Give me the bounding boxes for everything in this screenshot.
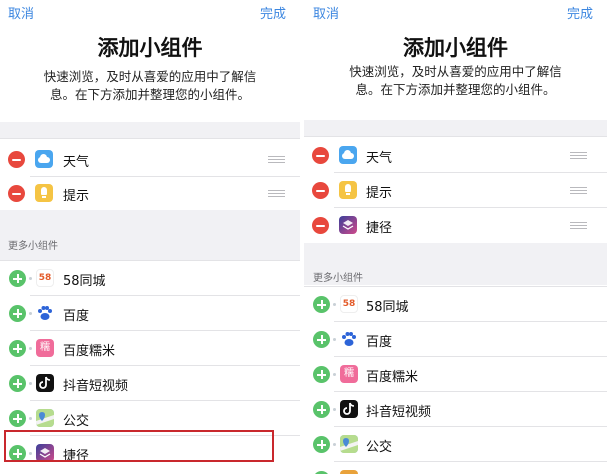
reorder-handle-icon[interactable]: [268, 190, 285, 198]
reorder-handle-icon[interactable]: [268, 156, 285, 164]
add-widget-button[interactable]: [313, 401, 330, 418]
widget-label: 百度糯米: [366, 370, 419, 385]
highlight-box: [4, 430, 274, 462]
widget-label: 百度: [63, 309, 90, 324]
more-row-douyin: 抖音短视频: [304, 392, 607, 427]
nuomi-icon: 糯: [36, 339, 54, 357]
more-row-baidu: 百度: [304, 322, 607, 357]
58-icon: 58: [36, 269, 54, 287]
more-row-nuomi: 糯 百度糯米: [0, 331, 300, 366]
add-widget-button[interactable]: [313, 331, 330, 348]
add-widget-button[interactable]: [313, 436, 330, 453]
cancel-button[interactable]: 取消: [8, 3, 34, 22]
active-widgets-list: 天气 提示 捷径: [304, 136, 607, 244]
widget-row-tips: 提示: [304, 173, 607, 208]
add-widget-button[interactable]: [9, 375, 26, 392]
more-row-bus: 公交: [304, 427, 607, 462]
widget-label: 公交: [366, 440, 393, 455]
shortcuts-icon: [339, 216, 357, 234]
page-title: 添加小组件: [97, 36, 203, 60]
widget-label: 提示: [366, 186, 393, 201]
nuomi-icon: 糯: [340, 365, 358, 383]
widget-row-shortcuts: 捷径: [304, 208, 607, 243]
baidu-icon: [36, 304, 54, 322]
widget-label: 抖音短视频: [63, 379, 129, 394]
page-title: 添加小组件: [403, 36, 508, 60]
bus-icon: [36, 409, 54, 427]
more-row-nuomi: 糯 百度糯米: [304, 357, 607, 392]
more-row-baidu: 百度: [0, 296, 300, 331]
widget-label: 天气: [366, 151, 393, 166]
reorder-handle-icon[interactable]: [570, 222, 587, 230]
tips-icon: [35, 184, 53, 202]
add-widget-button[interactable]: [9, 410, 26, 427]
widget-label: 百度: [366, 335, 393, 350]
widget-label: 公交: [63, 414, 90, 429]
more-row-partial: [304, 462, 607, 474]
widget-label: 捷径: [366, 221, 393, 236]
add-widget-button[interactable]: [9, 305, 26, 322]
weather-icon: [339, 146, 357, 164]
more-widgets-heading: 更多小组件: [313, 273, 363, 284]
more-row-58: 58 58同城: [304, 287, 607, 322]
page-description-line1: 快速浏览，及时从喜爱的应用中了解信: [349, 64, 562, 79]
more-widgets-list: 58 58同城 百度 糯 百度糯米: [304, 286, 607, 474]
done-button[interactable]: 完成: [567, 3, 593, 22]
bus-icon: [340, 435, 358, 453]
more-row-douyin: 抖音短视频: [0, 366, 300, 401]
reorder-handle-icon[interactable]: [570, 187, 587, 195]
page-description-line1: 快速浏览，及时从喜爱的应用中了解信: [43, 69, 257, 84]
widget-label: 58同城: [63, 274, 106, 289]
widget-label: 58同城: [366, 300, 409, 315]
widget-label: 提示: [63, 189, 90, 204]
widget-row-tips: 提示: [0, 177, 300, 210]
reorder-handle-icon[interactable]: [570, 152, 587, 160]
remove-widget-button[interactable]: [8, 151, 25, 168]
page-description-line2: 息。在下方添加并整理您的小组件。: [49, 87, 250, 102]
active-widgets-list: 天气 提示: [0, 138, 300, 211]
more-row-58: 58 58同城: [0, 261, 300, 296]
widget-label: 抖音短视频: [366, 405, 432, 420]
widget-row-weather: 天气: [0, 142, 300, 177]
more-widgets-heading: 更多小组件: [8, 241, 58, 252]
remove-widget-button[interactable]: [312, 147, 329, 164]
remove-widget-button[interactable]: [8, 185, 25, 202]
douyin-icon: [340, 400, 358, 418]
douyin-icon: [36, 374, 54, 392]
widget-label: 百度糯米: [63, 344, 116, 359]
baidu-icon: [340, 330, 358, 348]
comparison-screenshot: 取消 完成 添加小组件 快速浏览，及时从喜爱的应用中了解信 息。在下方添加并整理…: [0, 0, 607, 474]
right-screen: 取消 完成 添加小组件 快速浏览，及时从喜爱的应用中了解信 息。在下方添加并整理…: [304, 0, 607, 474]
cancel-button[interactable]: 取消: [313, 3, 339, 22]
tips-icon: [339, 181, 357, 199]
add-widget-button[interactable]: [9, 340, 26, 357]
remove-widget-button[interactable]: [312, 217, 329, 234]
app-icon: [340, 470, 358, 474]
widget-label: 天气: [63, 155, 90, 170]
add-widget-button[interactable]: [313, 366, 330, 383]
add-widget-button[interactable]: [9, 270, 26, 287]
left-screen: 取消 完成 添加小组件 快速浏览，及时从喜爱的应用中了解信 息。在下方添加并整理…: [0, 0, 300, 474]
58-icon: 58: [340, 295, 358, 313]
weather-icon: [35, 150, 53, 168]
page-description-line2: 息。在下方添加并整理您的小组件。: [355, 82, 556, 97]
done-button[interactable]: 完成: [260, 3, 286, 22]
remove-widget-button[interactable]: [312, 182, 329, 199]
widget-row-weather: 天气: [304, 138, 607, 173]
add-widget-button[interactable]: [313, 296, 330, 313]
